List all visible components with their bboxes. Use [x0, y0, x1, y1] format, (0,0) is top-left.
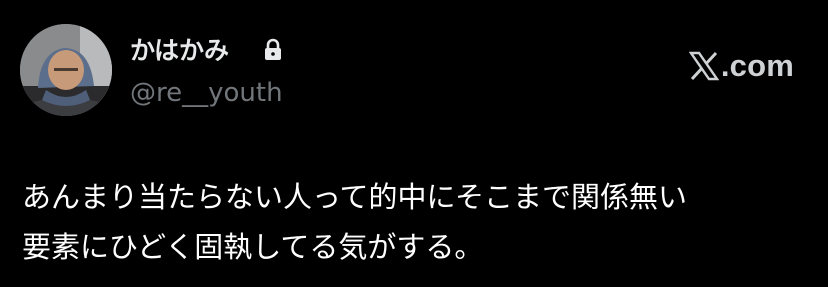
x-logo-icon: [688, 51, 719, 81]
brand-watermark: .com: [688, 47, 794, 85]
tweet-card: かはかみ @re__youth .com あんまり当たらない人って的中にそこまで…: [0, 0, 828, 287]
brand-domain-text: .com: [720, 48, 794, 83]
tweet-text: あんまり当たらない人って的中にそこまで関係無い 要素にひどく固執してる気がする。: [22, 172, 812, 272]
profile-photo: [20, 24, 112, 116]
username-handle[interactable]: @re__youth: [130, 78, 283, 108]
tweet-line: 要素にひどく固執してる気がする。: [22, 230, 484, 264]
tweet-line: あんまり当たらない人って的中にそこまで関係無い: [22, 180, 687, 214]
avatar[interactable]: [20, 24, 112, 116]
display-name[interactable]: かはかみ: [130, 36, 229, 66]
lock-icon: [265, 38, 281, 60]
